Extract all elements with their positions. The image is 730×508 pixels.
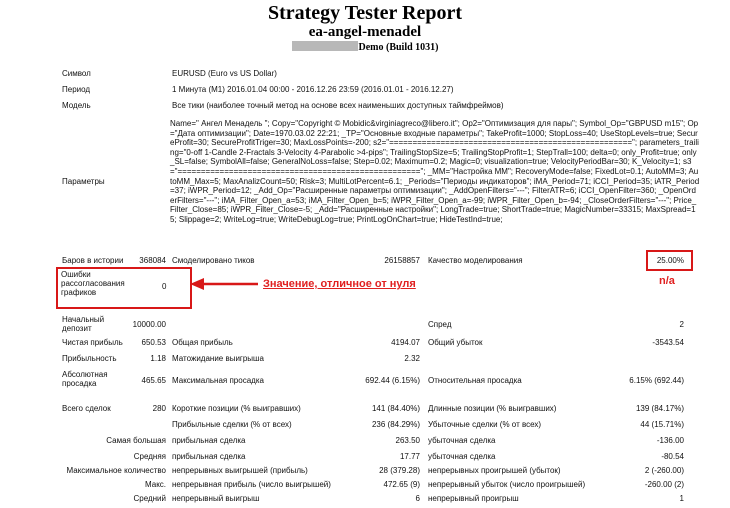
loss-trades-value: 44 (15.71%): [640, 420, 684, 429]
na-note: n/a: [659, 275, 675, 287]
rel-dd-value: 6.15% (692.44): [629, 376, 684, 385]
average-loss-label: убыточная сделка: [428, 452, 496, 461]
model-label: Модель: [62, 101, 91, 110]
avg-cons-win-label: непрерывный выигрыш: [172, 494, 260, 503]
build-text: Demo (Build 1031): [358, 42, 439, 53]
arrow-note: Значение, отличное от нуля: [263, 278, 416, 290]
quality-highlight-box: [646, 250, 693, 271]
gross-profit-value: 4194.07: [391, 338, 420, 347]
abs-dd-value: 465.65: [141, 376, 166, 385]
largest-label: Самая большая: [106, 436, 166, 445]
max-cons-loss-value: -260.00 (2): [644, 480, 684, 489]
errors-value: 0: [162, 282, 167, 291]
symbol-label: Символ: [62, 69, 91, 78]
avg-cons-label: Средний: [133, 494, 166, 503]
largest-loss-value: -136.00: [656, 436, 684, 445]
largest-profit-value: 263.50: [395, 436, 420, 445]
avg-cons-loss-label: непрерывный проигрыш: [428, 494, 519, 503]
max-cons-loss-label: непрерывный убыток (число проигрышей): [428, 480, 586, 489]
period-value: 1 Минута (M1) 2016.01.04 00:00 - 2016.12…: [172, 85, 454, 94]
avg-cons-win-value: 6: [415, 494, 420, 503]
max-cons-losses-value: 2 (-260.00): [644, 466, 684, 475]
params-value: Name=" Ангел Менадель "; Copy="Copyright…: [170, 119, 700, 224]
model-value: Все тики (наиболее точный метод на основ…: [172, 101, 504, 110]
spread-label: Спред: [428, 320, 452, 329]
avg-cons-loss-value: 1: [679, 494, 684, 503]
long-value: 139 (84.17%): [635, 404, 684, 413]
max-dd-value: 692.44 (6.15%): [365, 376, 420, 385]
build-info: Demo (Build 1031): [0, 41, 730, 53]
gross-loss-value: -3543.54: [652, 338, 684, 347]
gross-profit-label: Общая прибыль: [172, 338, 233, 347]
max-cons-wins-label: непрерывных выигрышей (прибыль): [172, 466, 308, 475]
long-label: Длинные позиции (% выигравших): [428, 404, 557, 413]
bars-value: 368084: [139, 256, 166, 265]
total-trades-value: 280: [152, 404, 166, 413]
max-dd-label: Максимальная просадка: [172, 376, 264, 385]
max-cons-losses-label: непрерывных проигрышей (убыток): [428, 466, 561, 475]
rel-dd-label: Относительная просадка: [428, 376, 522, 385]
ticks-value: 26158857: [384, 256, 420, 265]
max-cons-profit-value: 472.65 (9): [383, 480, 420, 489]
symbol-value: EURUSD (Euro vs US Dollar): [172, 69, 277, 78]
params-label: Параметры: [62, 177, 105, 186]
largest-loss-label: убыточная сделка: [428, 436, 496, 445]
pf-value: 1.18: [150, 354, 166, 363]
payoff-value: 2.32: [404, 354, 420, 363]
max-count-label: Максимальное количество: [66, 466, 166, 475]
short-label: Короткие позиции (% выигравших): [172, 404, 301, 413]
max-cons-profit-label: непрерывная прибыль (число выигрышей): [172, 480, 331, 489]
errors-label: Ошибки рассогласования графиков: [61, 270, 125, 297]
largest-profit-label: прибыльная сделка: [172, 436, 246, 445]
arrow-icon: [190, 278, 258, 290]
bars-label: Баров в истории: [62, 256, 124, 265]
ticks-label: Смоделировано тиков: [172, 256, 255, 265]
total-trades-label: Всего сделок: [62, 404, 111, 413]
average-profit-value: 17.77: [399, 452, 420, 461]
net-profit-value: 650.53: [141, 338, 166, 347]
deposit-value: 10000.00: [132, 320, 166, 329]
profit-trades-label: Прибыльные сделки (% от всех): [172, 420, 292, 429]
max-cons-wins-value: 28 (379.28): [379, 466, 420, 475]
spread-value: 2: [679, 320, 684, 329]
average-loss-value: -80.54: [661, 452, 684, 461]
period-label: Период: [62, 85, 91, 94]
average-profit-label: прибыльная сделка: [172, 452, 246, 461]
quality-label: Качество моделирования: [428, 256, 523, 265]
gross-loss-label: Общий убыток: [428, 338, 483, 347]
ea-name: ea-angel-menadel: [308, 24, 422, 40]
short-value: 141 (84.40%): [371, 404, 420, 413]
average-label: Средняя: [133, 452, 166, 461]
report-title: Strategy Tester Report: [267, 2, 463, 24]
max-label: Макс.: [144, 480, 166, 489]
profit-trades-value: 236 (84.29%): [371, 420, 420, 429]
payoff-label: Матожидание выигрыша: [172, 354, 264, 363]
pf-label: Прибыльность: [62, 354, 117, 363]
redacted-block: [291, 41, 358, 51]
loss-trades-label: Убыточные сделки (% от всех): [428, 420, 542, 429]
